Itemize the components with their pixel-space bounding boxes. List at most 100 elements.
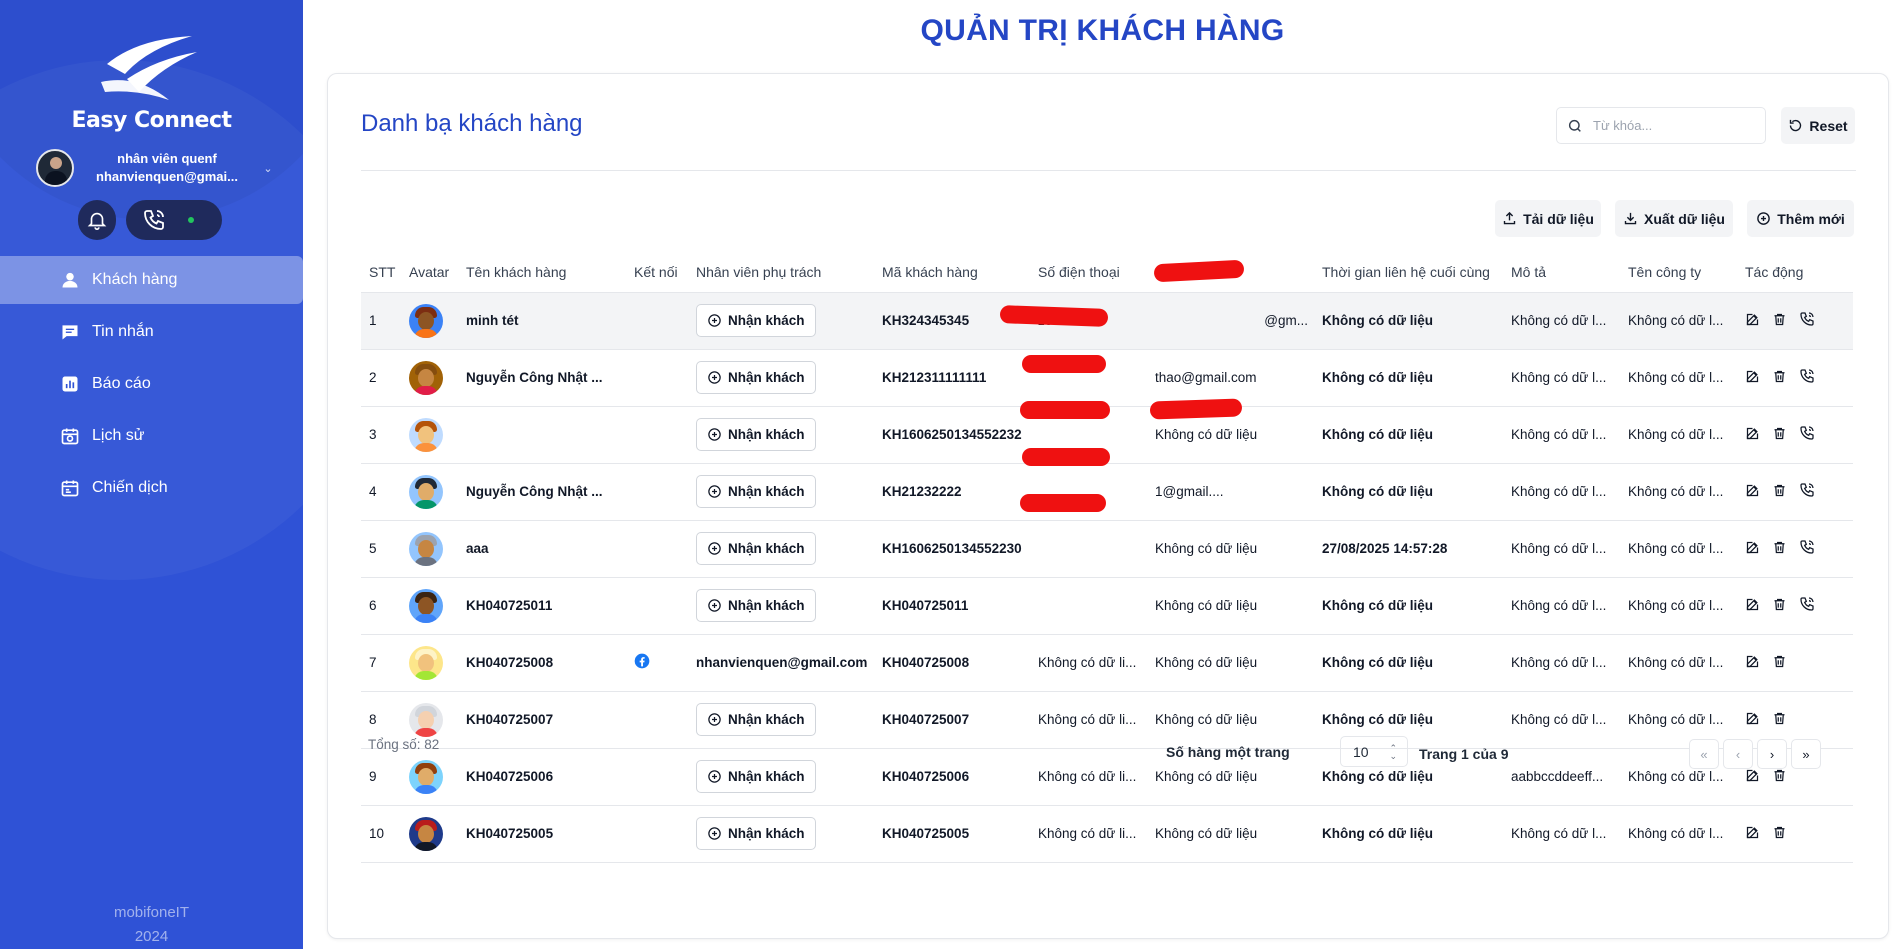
double-chevron-right-icon: » bbox=[1802, 746, 1810, 762]
receive-customer-button[interactable]: Nhận khách bbox=[696, 589, 816, 622]
cell-staff: Nhận khách bbox=[688, 463, 874, 521]
card-title: Danh bạ khách hàng bbox=[361, 110, 583, 137]
call-icon[interactable] bbox=[1799, 482, 1815, 501]
table-row[interactable]: 9 KH040725006 Nhận khách KH040725006 Không c… bbox=[361, 748, 1853, 806]
reset-icon bbox=[1790, 119, 1802, 132]
table-row[interactable]: 8 KH040725007 Nhận khách KH040725007 Không c… bbox=[361, 691, 1853, 749]
column-header: Tên công ty bbox=[1620, 252, 1737, 293]
brand-year: 2024 bbox=[134, 928, 169, 945]
cell-staff: Nhận khách bbox=[688, 748, 874, 806]
sidebar-item-khach-hang[interactable]: Khách hàng bbox=[0, 256, 303, 304]
receive-customer-button[interactable]: Nhận khách bbox=[696, 418, 816, 451]
delete-icon[interactable] bbox=[1772, 597, 1787, 615]
edit-icon[interactable] bbox=[1745, 483, 1760, 501]
edit-icon[interactable] bbox=[1745, 312, 1760, 330]
table-row[interactable]: 5 aaa Nhận khách KH1606250134552230 Không có… bbox=[361, 520, 1853, 578]
delete-icon[interactable] bbox=[1772, 825, 1787, 843]
column-header: STT bbox=[361, 252, 401, 293]
table-row[interactable]: 2 Nguyễn Công Nhật ... Nhận khách KH2123111… bbox=[361, 349, 1853, 407]
last-page-button[interactable]: » bbox=[1791, 739, 1821, 769]
delete-icon[interactable] bbox=[1772, 426, 1787, 444]
rows-per-page-select[interactable]: 10 ⌃ ⌄ bbox=[1340, 736, 1408, 767]
column-header: Tác động bbox=[1737, 252, 1853, 293]
cell-staff: Nhận khách bbox=[688, 349, 874, 407]
notification-button[interactable] bbox=[78, 200, 116, 240]
receive-customer-button[interactable]: Nhận khách bbox=[696, 817, 816, 850]
facebook-icon[interactable] bbox=[634, 653, 650, 669]
table-row[interactable]: 7 KH040725008 nhanvienquen@gmail.com KH0407… bbox=[361, 634, 1853, 692]
call-icon[interactable] bbox=[1799, 425, 1815, 444]
call-icon[interactable] bbox=[1799, 311, 1815, 330]
search-input[interactable] bbox=[1593, 118, 1753, 133]
delete-icon[interactable] bbox=[1772, 540, 1787, 558]
cell-connect bbox=[626, 805, 688, 863]
cell-name: KH040725006 bbox=[458, 748, 626, 806]
delete-icon[interactable] bbox=[1772, 711, 1787, 729]
avatar bbox=[409, 702, 443, 737]
online-status-dot bbox=[188, 217, 194, 223]
user-profile[interactable]: nhân viên quenf nhanvienquen@gmai... ⌄ bbox=[36, 148, 276, 188]
cell-stt: 2 bbox=[361, 349, 401, 407]
receive-customer-label: Nhận khách bbox=[728, 370, 805, 385]
next-page-button[interactable]: › bbox=[1757, 739, 1787, 769]
receive-customer-button[interactable]: Nhận khách bbox=[696, 304, 816, 337]
receive-customer-button[interactable]: Nhận khách bbox=[696, 475, 816, 508]
delete-icon[interactable] bbox=[1772, 768, 1787, 786]
chevron-down-icon[interactable]: ⌄ bbox=[260, 162, 276, 175]
delete-icon[interactable] bbox=[1772, 654, 1787, 672]
table-row[interactable]: 4 Nguyễn Công Nhật ... Nhận khách KH2123222… bbox=[361, 463, 1853, 521]
delete-icon[interactable] bbox=[1772, 483, 1787, 501]
sidebar-item-lich-su[interactable]: Lịch sử bbox=[0, 412, 303, 460]
call-icon[interactable] bbox=[1799, 596, 1815, 615]
search-icon bbox=[1568, 119, 1581, 132]
export-button[interactable]: Xuất dữ liệu bbox=[1615, 200, 1733, 237]
cell-actions bbox=[1737, 292, 1853, 350]
page-title: QUẢN TRỊ KHÁCH HÀNG bbox=[920, 14, 1285, 47]
edit-icon[interactable] bbox=[1745, 597, 1760, 615]
search-box[interactable] bbox=[1556, 107, 1766, 144]
table-header-row: STT Avatar Tên khách hàng Kết nối Nhân v… bbox=[361, 252, 1853, 293]
rows-per-page-label: Số hàng một trang bbox=[1166, 744, 1290, 760]
sidebar-item-tin-nhan[interactable]: Tin nhắn bbox=[0, 308, 303, 356]
avatar bbox=[36, 149, 74, 187]
user-icon bbox=[62, 272, 78, 288]
cell-description: Không có dữ l... bbox=[1503, 463, 1620, 521]
sidebar: Easy Connect nhân viên quenf nhanvienque… bbox=[0, 0, 303, 949]
edit-icon[interactable] bbox=[1745, 540, 1760, 558]
chat-icon bbox=[62, 325, 78, 340]
receive-customer-button[interactable]: Nhận khách bbox=[696, 532, 816, 565]
edit-icon[interactable] bbox=[1745, 825, 1760, 843]
cell-description: Không có dữ l... bbox=[1503, 292, 1620, 350]
receive-customer-button[interactable]: Nhận khách bbox=[696, 760, 816, 793]
plus-circle-icon bbox=[708, 314, 721, 327]
reset-button[interactable]: Reset bbox=[1781, 107, 1855, 144]
delete-icon[interactable] bbox=[1772, 312, 1787, 330]
call-icon[interactable] bbox=[1799, 368, 1815, 387]
sidebar-item-chien-dich[interactable]: Chiến dịch bbox=[0, 464, 303, 512]
table-row[interactable]: 6 KH040725011 Nhận khách KH040725011 Không c… bbox=[361, 577, 1853, 635]
table-row[interactable]: 10 KH040725005 Nhận khách KH040725005 Không … bbox=[361, 805, 1853, 863]
first-page-button[interactable]: « bbox=[1689, 739, 1719, 769]
call-status-button[interactable] bbox=[126, 200, 222, 240]
edit-icon[interactable] bbox=[1745, 369, 1760, 387]
prev-page-button[interactable]: ‹ bbox=[1723, 739, 1753, 769]
upload-label: Tải dữ liệu bbox=[1523, 210, 1594, 227]
receive-customer-button[interactable]: Nhận khách bbox=[696, 361, 816, 394]
edit-icon[interactable] bbox=[1745, 768, 1760, 786]
call-icon[interactable] bbox=[1799, 539, 1815, 558]
sidebar-item-bao-cao[interactable]: Báo cáo bbox=[0, 360, 303, 408]
add-button[interactable]: Thêm mới bbox=[1747, 200, 1854, 237]
delete-icon[interactable] bbox=[1772, 369, 1787, 387]
cell-last-contact: Không có dữ liệu bbox=[1314, 463, 1503, 521]
column-header: Thời gian liên hệ cuối cùng bbox=[1314, 252, 1503, 293]
receive-customer-button[interactable]: Nhận khách bbox=[696, 703, 816, 736]
cell-actions bbox=[1737, 406, 1853, 464]
edit-icon[interactable] bbox=[1745, 654, 1760, 672]
logo[interactable]: Easy Connect bbox=[0, 34, 303, 133]
upload-button[interactable]: Tải dữ liệu bbox=[1495, 200, 1601, 237]
edit-icon[interactable] bbox=[1745, 426, 1760, 444]
cell-last-contact: Không có dữ liệu bbox=[1314, 577, 1503, 635]
plus-circle-icon bbox=[708, 428, 721, 441]
receive-customer-label: Nhận khách bbox=[728, 769, 805, 784]
edit-icon[interactable] bbox=[1745, 711, 1760, 729]
